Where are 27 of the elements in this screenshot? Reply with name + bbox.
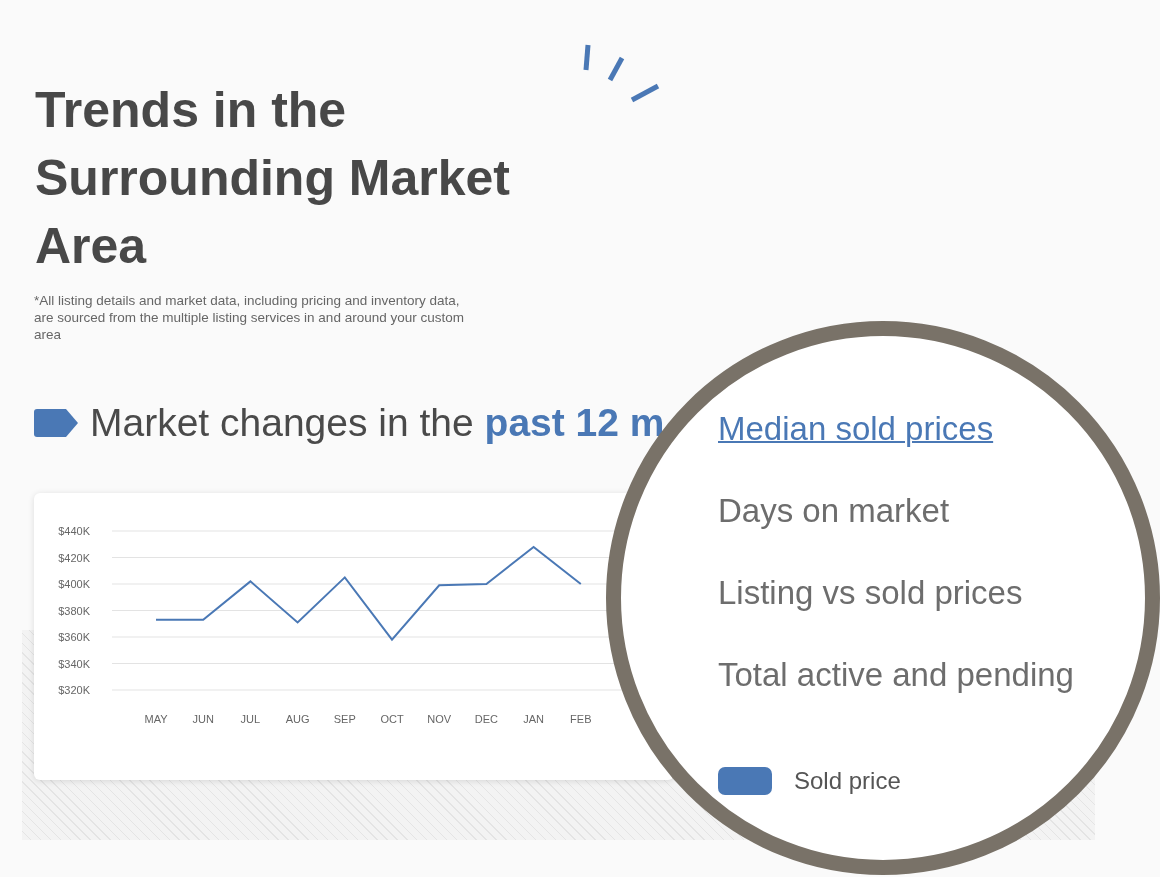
y-axis-label: $440K bbox=[58, 525, 90, 537]
x-axis-label: JUN bbox=[192, 713, 214, 725]
accent-dashes-icon bbox=[582, 42, 662, 104]
x-axis-label: AUG bbox=[285, 713, 310, 725]
y-axis-label: $320K bbox=[58, 684, 90, 696]
metric-link[interactable]: Days on market bbox=[718, 490, 950, 531]
y-axis-label: $340K bbox=[58, 657, 90, 670]
legend-label: Sold price bbox=[794, 767, 901, 795]
metric-link[interactable]: Total active and pending bbox=[718, 654, 1074, 695]
x-axis-label: NOV bbox=[427, 713, 452, 725]
tag-icon bbox=[34, 409, 78, 437]
x-axis-label: FEB bbox=[570, 713, 592, 725]
x-axis-label: MAY bbox=[144, 713, 168, 725]
page-title: Trends in the Surrounding Market Area bbox=[35, 81, 512, 276]
x-axis-label: OCT bbox=[380, 713, 404, 725]
x-axis-label: JAN bbox=[523, 713, 544, 725]
y-axis-label: $360K bbox=[58, 631, 90, 643]
x-axis-label: DEC bbox=[474, 713, 498, 725]
y-axis-label: $400K bbox=[58, 578, 90, 590]
y-axis-label: $380K bbox=[58, 604, 90, 617]
section-heading: Market changes in the past 12 m bbox=[90, 401, 665, 445]
disclaimer-text: *All listing details and market data, including pricing and inventory data, are sourced from the multiple listing services in and around your custom area bbox=[34, 292, 465, 343]
metric-link[interactable]: Listing vs sold prices bbox=[718, 572, 1023, 613]
y-axis-label: $420K bbox=[58, 551, 90, 564]
metric-link[interactable]: Median sold prices bbox=[718, 408, 994, 449]
x-axis-label: JUL bbox=[240, 713, 261, 725]
x-axis-label: SEP bbox=[333, 713, 356, 725]
